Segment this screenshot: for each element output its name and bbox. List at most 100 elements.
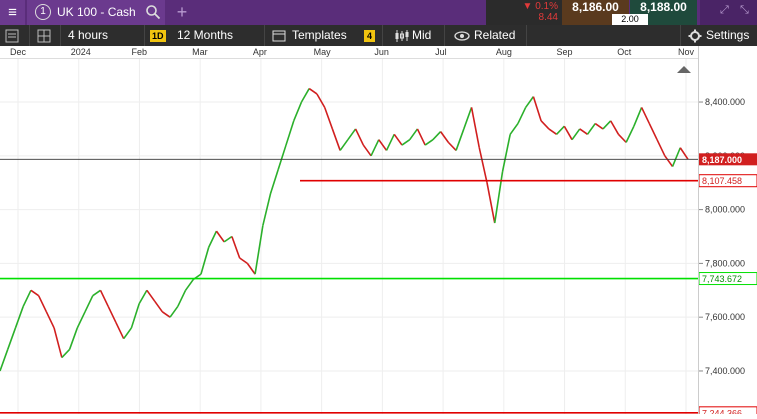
interval-selector[interactable]: 4 hours: [68, 25, 108, 46]
spread-badge: 2.00: [612, 14, 648, 25]
price-segment: [107, 306, 117, 323]
price-segment: [6, 327, 17, 350]
price-segment: [285, 120, 295, 146]
price-segment: [571, 128, 581, 141]
eye-icon[interactable]: [454, 25, 470, 46]
x-tick-label: Mar: [192, 47, 208, 57]
price-segment: [493, 171, 504, 224]
price-segment: [424, 139, 434, 146]
price-segment: [439, 131, 450, 143]
gear-icon[interactable]: [688, 25, 702, 46]
price-segment: [153, 300, 163, 313]
price-segment: [478, 147, 488, 183]
price-marker-label: 8,107.458: [702, 176, 742, 186]
y-tick-label: 7,800.000: [705, 258, 745, 268]
price-segment: [231, 236, 241, 259]
price-marker-label: 7,244.366: [702, 408, 742, 414]
y-axis-svg: 7,400.0007,600.0007,800.0008,000.0008,20…: [698, 97, 757, 419]
x-tick-label: May: [313, 47, 331, 57]
y-tick-label: 8,400.000: [705, 97, 745, 107]
range-selector[interactable]: 12 Months: [177, 25, 233, 46]
price-segment: [207, 230, 218, 248]
price-segment: [679, 147, 689, 160]
scroll-up-icon: [677, 66, 691, 73]
change-percent: ▼ 0.1%: [522, 1, 558, 12]
price-segment: [130, 303, 140, 329]
price-segment: [0, 349, 9, 372]
price-segment: [517, 107, 527, 124]
price-segment: [656, 139, 666, 157]
y-axis: 7,400.0007,600.0007,800.0008,000.0008,20…: [698, 46, 757, 419]
x-tick-label: Oct: [617, 47, 632, 57]
price-segment: [84, 295, 94, 313]
search-icon[interactable]: [145, 4, 161, 20]
instrument-tab[interactable]: 1 UK 100 - Cash: [27, 0, 165, 25]
price-segment: [37, 295, 48, 313]
x-tick-label: Nov: [678, 47, 695, 57]
price-segment: [68, 327, 79, 350]
price-segment: [99, 289, 109, 307]
price-segment: [416, 128, 426, 146]
price-segment: [239, 257, 248, 265]
tab-number-badge: 1: [35, 4, 51, 20]
collapse-icon[interactable]: ⤡: [740, 4, 749, 17]
x-tick-label: Jul: [435, 47, 447, 57]
price-segment: [215, 230, 225, 243]
expand-icon[interactable]: ⤢: [720, 4, 729, 17]
price-segment: [648, 123, 658, 141]
price-segment: [123, 327, 133, 340]
price-segment: [447, 141, 457, 151]
price-segment: [169, 305, 179, 318]
range-badge: 1D: [150, 30, 166, 42]
price-segment: [486, 182, 496, 224]
price-segment: [347, 128, 357, 141]
x-axis: Dec 2024 Feb Mar Apr May Jun Jul Aug Sep Oct Nov: [0, 46, 698, 59]
price-segment: [339, 139, 349, 151]
menu-icon[interactable]: ≡: [0, 0, 25, 25]
x-tick-label: Sep: [556, 47, 573, 57]
price-type-selector[interactable]: Mid: [412, 25, 431, 46]
price-marker-label: 8,187.000: [702, 155, 742, 165]
price-segment: [602, 120, 612, 130]
related-button[interactable]: Related: [474, 25, 515, 46]
price-segment: [385, 133, 395, 151]
price-segment: [455, 128, 465, 151]
window-controls: ⤢ ⤡: [700, 0, 757, 25]
price-segment: [223, 235, 233, 243]
templates-icon[interactable]: [272, 25, 286, 46]
add-tab-icon[interactable]: +: [172, 0, 192, 25]
price-segment: [393, 133, 403, 146]
price-segment: [246, 262, 256, 275]
candles-icon[interactable]: [394, 25, 410, 46]
price-segment: [161, 311, 171, 318]
price-segment: [277, 144, 287, 170]
price-segment: [625, 125, 635, 143]
price-segment: [640, 107, 651, 124]
change-absolute: 8.44: [538, 12, 558, 23]
price-segment: [432, 131, 442, 141]
price-chart[interactable]: [0, 59, 698, 414]
settings-button[interactable]: Settings: [706, 25, 749, 46]
list-icon[interactable]: [5, 25, 19, 46]
price-segment: [92, 289, 101, 297]
sell-price: 8,186.00: [572, 0, 619, 14]
templates-button[interactable]: Templates: [292, 25, 347, 46]
buy-price: 8,188.00: [640, 0, 687, 14]
price-segment: [532, 96, 542, 122]
price-segment: [22, 289, 32, 307]
price-segment: [293, 101, 303, 122]
chart-toolbar: 4 hours 1D 12 Months Templates 4 Mid Rel…: [0, 25, 757, 46]
y-tick-label: 7,600.000: [705, 312, 745, 322]
price-segment: [354, 128, 365, 146]
price-segment: [594, 122, 604, 130]
y-tick-label: 8,000.000: [705, 205, 745, 215]
price-segment: [409, 128, 419, 141]
layout-grid-icon[interactable]: [37, 25, 51, 46]
price-segment: [254, 225, 264, 275]
price-segment: [548, 128, 558, 135]
price-segment: [331, 128, 341, 151]
price-segment: [184, 279, 194, 291]
price-segment: [362, 144, 372, 157]
price-segment: [61, 348, 71, 359]
price-segment: [308, 87, 318, 95]
